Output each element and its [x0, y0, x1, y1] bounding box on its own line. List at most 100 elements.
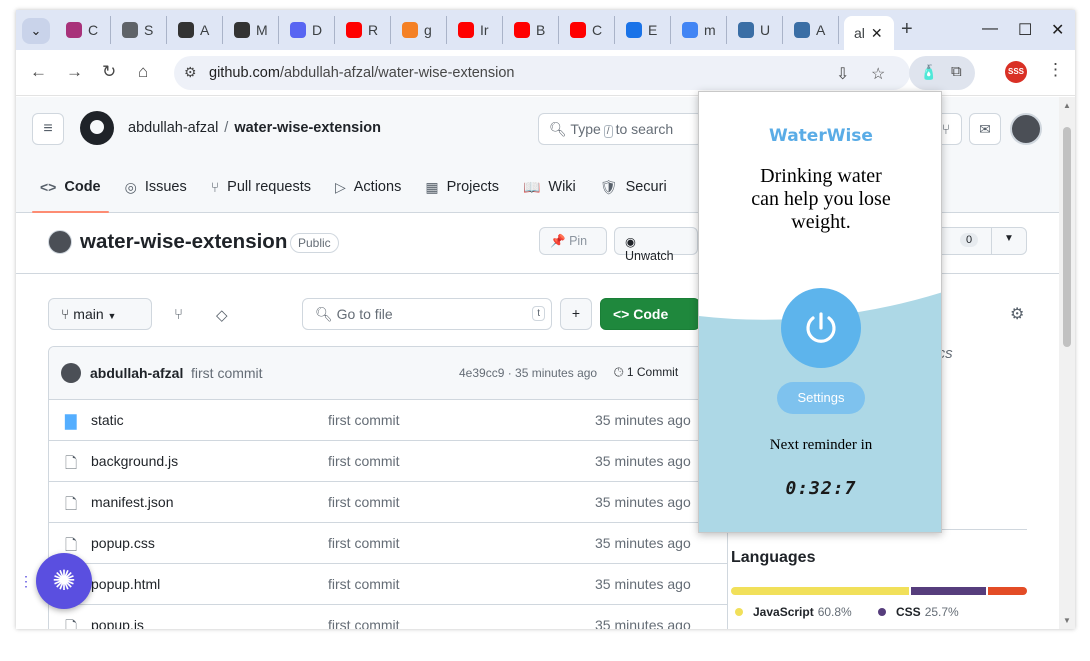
file-commit-message[interactable]: first commit	[328, 453, 400, 469]
table-row[interactable]: 🗋 manifest.json first commit 35 minutes ago	[49, 482, 727, 523]
browser-menu-icon[interactable]: ⋮	[1047, 60, 1064, 80]
owner-avatar	[48, 230, 72, 254]
stackoverflow-icon	[402, 22, 418, 38]
commit-author[interactable]: abdullah-afzal	[90, 365, 183, 381]
browser-tab[interactable]: S	[114, 16, 167, 44]
file-commit-message[interactable]: first commit	[328, 412, 400, 428]
bookmark-star-icon[interactable]: ☆	[871, 64, 885, 84]
file-name[interactable]: popup.css	[91, 535, 155, 551]
tab-wiki[interactable]: 📖 Wiki	[523, 167, 576, 207]
popup-title: WaterWise	[769, 126, 873, 146]
maximize-button[interactable]: ☐	[1018, 20, 1032, 40]
settings-button[interactable]: Settings	[777, 382, 865, 414]
browser-tab[interactable]: R	[338, 16, 391, 44]
table-row[interactable]: ▇ static first commit 35 minutes ago	[49, 400, 727, 441]
file-age: 35 minutes ago	[595, 453, 691, 469]
tab-search-button[interactable]: ⌄	[22, 18, 50, 44]
inbox-icon[interactable]: ✉	[969, 113, 1001, 145]
add-file-button[interactable]: +	[560, 298, 592, 330]
browser-tab[interactable]: C	[58, 16, 111, 44]
github-logo-icon[interactable]	[80, 111, 114, 145]
tab-securi[interactable]: 🛡 Securi	[600, 167, 667, 207]
browser-tab[interactable]: D	[282, 16, 335, 44]
browser-tab[interactable]: A	[170, 16, 223, 44]
waterwise-extension-icon[interactable]: 🧴	[920, 64, 937, 81]
minimize-button[interactable]: —	[982, 20, 998, 38]
gear-icon[interactable]: ⚙	[1010, 304, 1024, 324]
table-row[interactable]: 🗋popup.htmlfirst commit35 minutes ago	[49, 564, 727, 605]
tab-code[interactable]: <> Code	[32, 167, 109, 213]
repo-title[interactable]: water-wise-extension	[80, 230, 287, 254]
table-row[interactable]: 🗋 popup.js first commit 35 minutes ago	[49, 605, 727, 629]
browser-tab[interactable]: C	[562, 16, 615, 44]
go-to-file-input[interactable]: 🔍︎ Go to file t	[302, 298, 552, 330]
scroll-down-icon[interactable]: ▼	[1063, 616, 1071, 625]
pin-button[interactable]: 📌 Pin	[539, 227, 607, 255]
file-name[interactable]: static	[91, 412, 124, 428]
page-scrollbar[interactable]: ▲ ▼	[1059, 97, 1075, 629]
file-name[interactable]: manifest.json	[91, 494, 173, 510]
unwatch-button[interactable]: ◉ Unwatch	[614, 227, 698, 263]
table-row[interactable]: 🗋 background.js first commit 35 minutes ago	[49, 441, 727, 482]
breadcrumb: abdullah-afzal / water-wise-extension	[128, 120, 381, 136]
scroll-up-icon[interactable]: ▲	[1063, 101, 1071, 110]
repo-link[interactable]: water-wise-extension	[234, 120, 381, 136]
browser-tab[interactable]: A	[786, 16, 839, 44]
language-legend-item[interactable]: CSS 25.7%	[878, 605, 959, 619]
browser-tab[interactable]: M	[226, 16, 279, 44]
tab-projects[interactable]: ▦ Projects	[425, 167, 499, 207]
forward-button[interactable]: →	[66, 62, 83, 82]
file-name[interactable]: popup.js	[91, 617, 144, 629]
next-reminder-label: Next reminder in	[769, 437, 873, 453]
search-kbd: /	[603, 125, 613, 138]
commit-meta[interactable]: 4e39cc9 · 35 minutes ago	[459, 366, 597, 380]
power-toggle-button[interactable]	[781, 288, 861, 368]
puzzle-icon	[626, 22, 642, 38]
install-app-icon[interactable]: ⇩	[836, 64, 849, 84]
file-commit-message[interactable]: first commit	[328, 576, 400, 592]
browser-tab[interactable]: Ir	[450, 16, 503, 44]
file-commit-message[interactable]: first commit	[328, 535, 400, 551]
file-commit-message[interactable]: first commit	[328, 617, 400, 629]
back-button[interactable]: ←	[30, 62, 47, 82]
assistant-widget-button[interactable]: ✺	[36, 553, 92, 609]
site-info-icon[interactable]: ⚙	[184, 64, 197, 81]
browser-tab[interactable]: E	[618, 16, 671, 44]
puzzle-icon[interactable]: ⧉	[951, 63, 962, 80]
browser-tab[interactable]: m	[674, 16, 727, 44]
owner-link[interactable]: abdullah-afzal	[128, 120, 218, 136]
chevron-down-icon[interactable]: ▼	[1004, 233, 1014, 244]
search-input[interactable]: 🔍︎ Type / to search	[538, 113, 703, 145]
browser-tab[interactable]: B	[506, 16, 559, 44]
commit-count[interactable]: 🕒︎ 1 Commit	[614, 365, 678, 380]
active-tab[interactable]: al ✕	[844, 16, 894, 50]
branches-icon[interactable]: ⑂	[174, 306, 183, 323]
tags-icon[interactable]: ◇	[216, 306, 228, 324]
home-button[interactable]: ⌂	[138, 62, 148, 82]
tab-pull-requests[interactable]: ⑂ Pull requests	[211, 167, 311, 207]
close-window-button[interactable]: ✕	[1051, 20, 1064, 40]
address-bar[interactable]: ⚙ github.com/abdullah-afzal/water-wise-e…	[174, 56, 910, 90]
tab-actions[interactable]: ▷ Actions	[335, 167, 401, 207]
scrollbar-thumb[interactable]	[1063, 127, 1071, 347]
language-legend-item[interactable]: JavaScript 60.8%	[735, 605, 852, 619]
reload-button[interactable]: ↻	[102, 62, 116, 82]
browser-tab[interactable]: U	[730, 16, 783, 44]
file-commit-message[interactable]: first commit	[328, 494, 400, 510]
browser-tab[interactable]: g	[394, 16, 447, 44]
file-name[interactable]: background.js	[91, 453, 178, 469]
file-name[interactable]: popup.html	[91, 576, 160, 592]
branch-select[interactable]: ⑂ main ▼	[48, 298, 152, 330]
file-icon: 🗋	[65, 496, 78, 513]
close-tab-icon[interactable]: ✕	[871, 25, 883, 42]
tab-issues[interactable]: ◎ Issues	[125, 167, 187, 207]
openai-icon	[178, 22, 194, 38]
profile-avatar[interactable]: SSS	[1005, 61, 1027, 83]
commit-message[interactable]: first commit	[191, 365, 263, 381]
menu-icon[interactable]: ≡	[32, 113, 64, 145]
user-avatar[interactable]	[1010, 113, 1042, 145]
code-button[interactable]: <> Code	[600, 298, 700, 330]
table-row[interactable]: 🗋 popup.css first commit 35 minutes ago	[49, 523, 727, 564]
language-legend-item[interactable]: HTML 13.5%	[735, 628, 824, 629]
new-tab-button[interactable]: +	[901, 18, 913, 41]
